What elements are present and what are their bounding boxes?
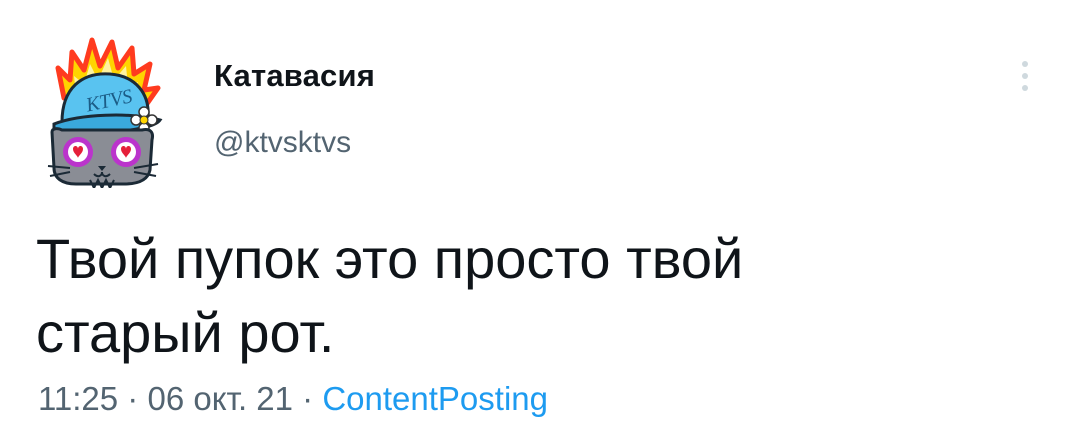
- tweet-text-line: Твой пупок это просто твой: [36, 227, 744, 290]
- tweet-date[interactable]: 06 окт. 21: [147, 380, 293, 417]
- display-name[interactable]: Катавасия: [214, 58, 375, 94]
- profile-avatar[interactable]: KTVS: [40, 28, 170, 191]
- tweet-text-line: старый рот.: [36, 301, 335, 364]
- more-dot: [1022, 61, 1028, 67]
- meta-separator: ·: [293, 380, 323, 417]
- tweet-metadata: 11:25 · 06 окт. 21 · ContentPosting: [38, 380, 548, 418]
- cat-with-flaming-cap-avatar: KTVS: [47, 37, 163, 191]
- tweet-text: Твой пупок это просто твой старый рот.: [36, 222, 1036, 370]
- more-vertical-icon[interactable]: [1010, 56, 1040, 96]
- meta-separator: ·: [118, 380, 148, 417]
- tweet-card: KTVS Катавасия @ktvsktvs Твой пупок это …: [0, 0, 1080, 443]
- tweet-time[interactable]: 11:25: [38, 380, 118, 417]
- tweet-source-link[interactable]: ContentPosting: [322, 380, 548, 417]
- more-dot: [1022, 73, 1028, 79]
- user-handle[interactable]: @ktvsktvs: [214, 126, 351, 160]
- more-dot: [1022, 85, 1028, 91]
